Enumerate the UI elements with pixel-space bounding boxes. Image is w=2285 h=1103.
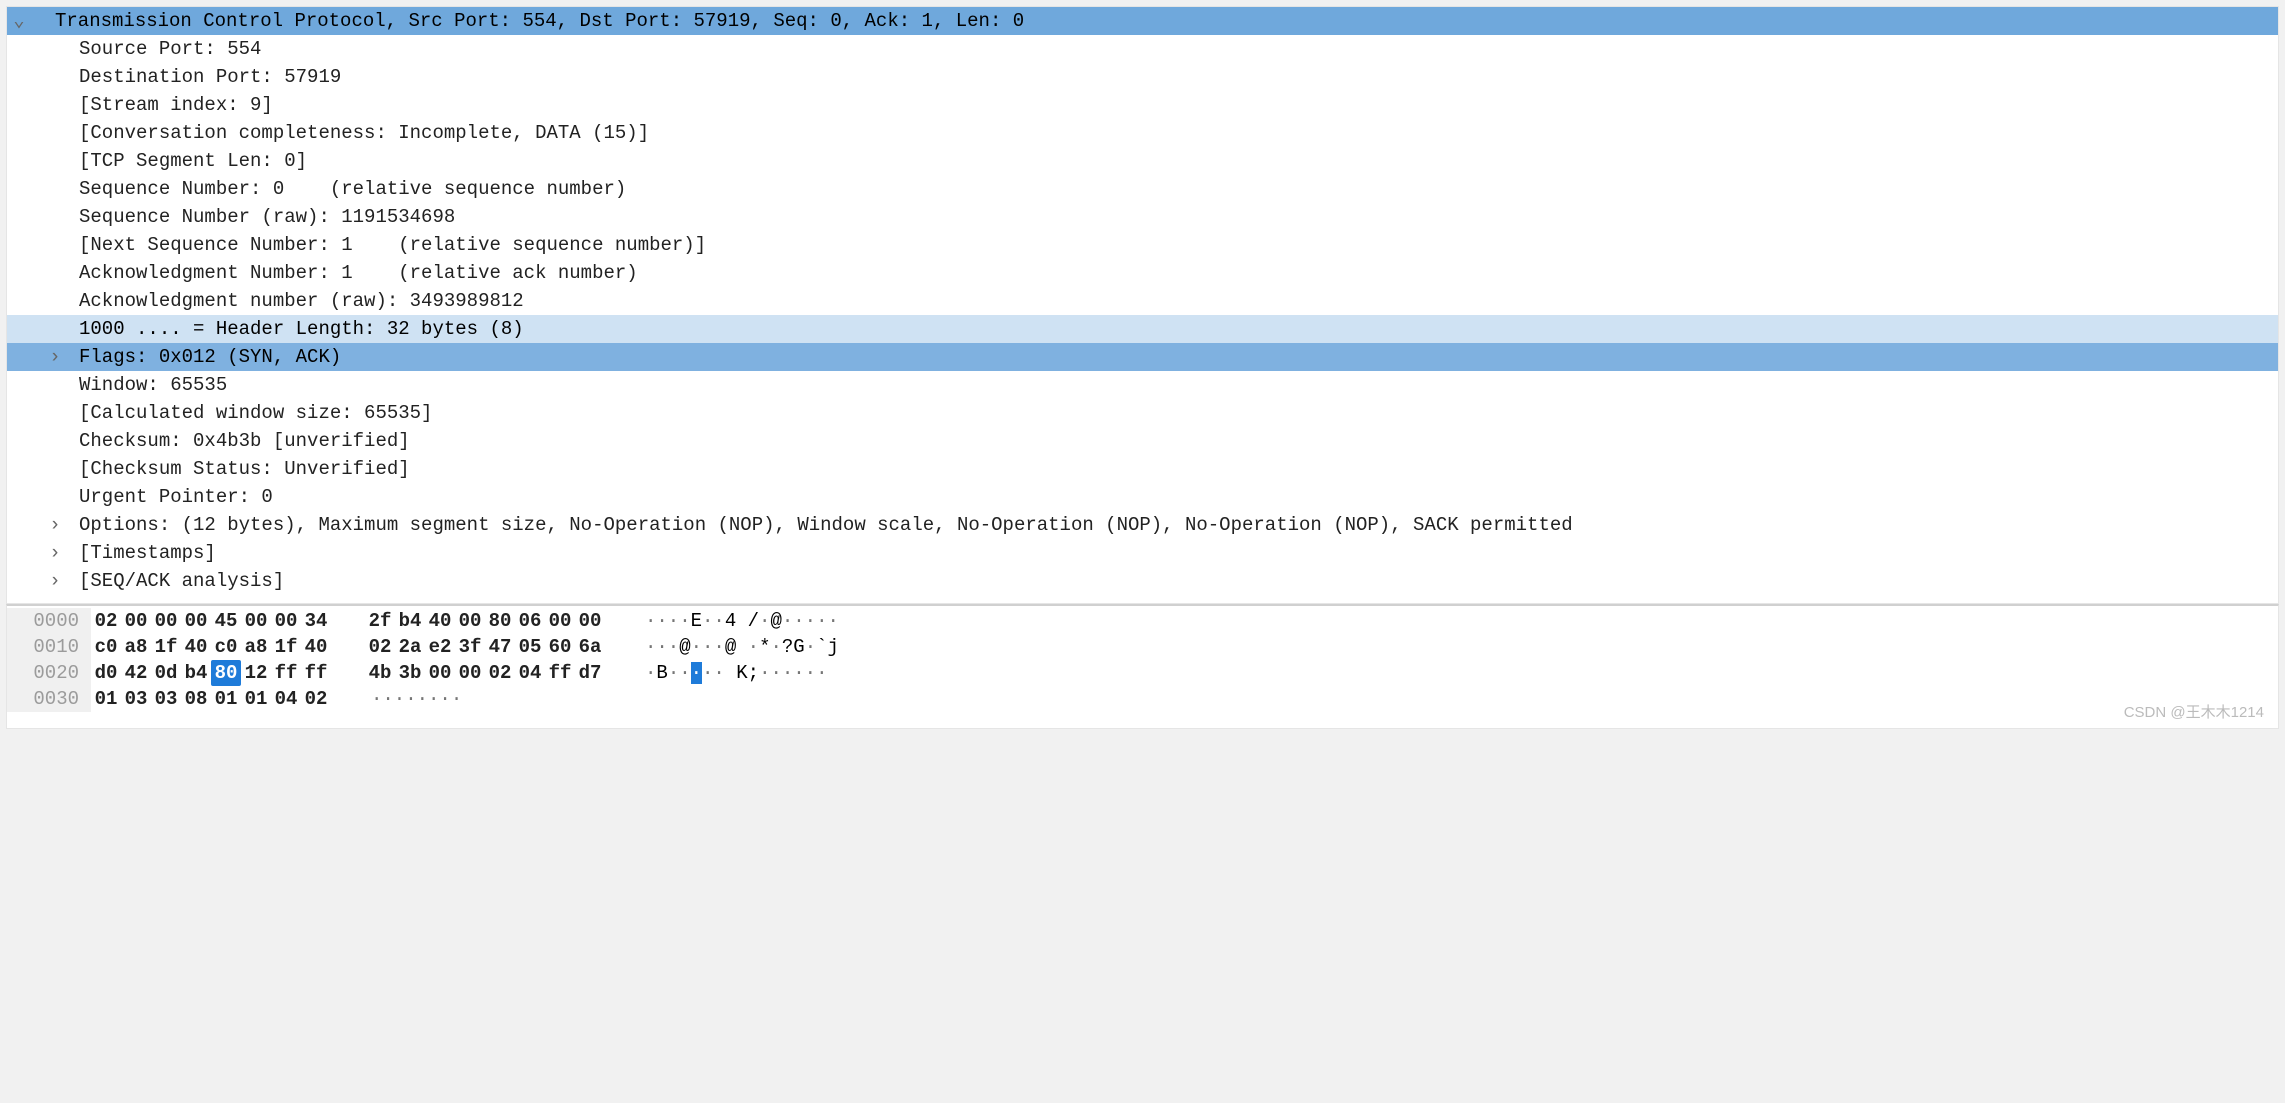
hex-byte[interactable]: 00 (241, 608, 271, 634)
hex-byte[interactable]: 00 (575, 608, 605, 634)
field-chk-status[interactable]: [Checksum Status: Unverified] (7, 455, 2278, 483)
hex-byte[interactable]: 05 (515, 634, 545, 660)
hex-byte[interactable]: ff (271, 660, 301, 686)
hex-byte[interactable]: 40 (425, 608, 455, 634)
hex-byte[interactable]: 40 (301, 634, 331, 660)
hex-byte[interactable]: 40 (181, 634, 211, 660)
hex-byte[interactable]: 0d (151, 660, 181, 686)
hex-byte[interactable]: 01 (241, 686, 271, 712)
field-options[interactable]: › Options: (12 bytes), Maximum segment s… (7, 511, 2278, 539)
hex-byte[interactable]: 01 (91, 686, 121, 712)
chevron-right-icon[interactable]: › (7, 567, 79, 595)
field-seq-raw[interactable]: Sequence Number (raw): 1191534698 (7, 203, 2278, 231)
chevron-right-icon[interactable]: › (7, 539, 79, 567)
hex-byte[interactable]: 00 (181, 608, 211, 634)
chevron-right-icon[interactable]: › (7, 343, 79, 371)
hex-byte[interactable]: 12 (241, 660, 271, 686)
hex-byte[interactable]: a8 (241, 634, 271, 660)
field-timestamps[interactable]: › [Timestamps] (7, 539, 2278, 567)
hex-ascii: ········ (331, 686, 462, 712)
field-ack-num[interactable]: Acknowledgment Number: 1 (relative ack n… (7, 259, 2278, 287)
hex-byte[interactable]: 03 (151, 686, 181, 712)
field-calc-win[interactable]: [Calculated window size: 65535] (7, 399, 2278, 427)
hex-row[interactable]: 0010c0a81f40c0a81f40022ae23f4705606a···@… (7, 634, 2278, 660)
hex-byte[interactable]: d0 (91, 660, 121, 686)
hex-byte[interactable]: ff (301, 660, 331, 686)
hex-byte[interactable]: e2 (425, 634, 455, 660)
field-checksum[interactable]: Checksum: 0x4b3b [unverified] (7, 427, 2278, 455)
hex-byte[interactable]: 2a (395, 634, 425, 660)
tcp-header-text: Transmission Control Protocol, Src Port:… (31, 7, 2272, 35)
hex-offset: 0030 (7, 686, 91, 712)
hex-byte[interactable]: 6a (575, 634, 605, 660)
field-seq-num[interactable]: Sequence Number: 0 (relative sequence nu… (7, 175, 2278, 203)
tcp-header-row[interactable]: ⌄ Transmission Control Protocol, Src Por… (7, 7, 2278, 35)
hex-byte[interactable]: 4b (365, 660, 395, 686)
packet-bytes-pane[interactable]: 000002000000450000342fb4400080060000····… (6, 604, 2279, 729)
hex-byte[interactable]: 00 (425, 660, 455, 686)
field-seg-len[interactable]: [TCP Segment Len: 0] (7, 147, 2278, 175)
field-flags[interactable]: › Flags: 0x012 (SYN, ACK) (7, 343, 2278, 371)
hex-byte[interactable]: 3f (455, 634, 485, 660)
hex-byte[interactable]: 08 (181, 686, 211, 712)
hex-byte[interactable]: 00 (455, 660, 485, 686)
field-stream-index[interactable]: [Stream index: 9] (7, 91, 2278, 119)
hex-byte[interactable]: 60 (545, 634, 575, 660)
hex-byte[interactable]: 80 (485, 608, 515, 634)
hex-row[interactable]: 0020d0420db48012ffff4b3b00000204ffd7·B··… (7, 660, 2278, 686)
hex-offset: 0010 (7, 634, 91, 660)
field-src-port[interactable]: Source Port: 554 (7, 35, 2278, 63)
field-dst-port[interactable]: Destination Port: 57919 (7, 63, 2278, 91)
hex-byte[interactable]: 04 (515, 660, 545, 686)
hex-row[interactable]: 000002000000450000342fb4400080060000····… (7, 608, 2278, 634)
hex-byte[interactable]: 00 (455, 608, 485, 634)
hex-byte[interactable]: c0 (211, 634, 241, 660)
hex-byte[interactable]: 06 (515, 608, 545, 634)
hex-byte[interactable]: a8 (121, 634, 151, 660)
hex-byte[interactable]: 03 (121, 686, 151, 712)
field-urgent[interactable]: Urgent Pointer: 0 (7, 483, 2278, 511)
hex-byte[interactable]: 00 (121, 608, 151, 634)
hex-row[interactable]: 00300103030801010402········ (7, 686, 2278, 712)
hex-byte[interactable]: 02 (365, 634, 395, 660)
field-next-seq[interactable]: [Next Sequence Number: 1 (relative seque… (7, 231, 2278, 259)
hex-ascii: ·B····· K;······ (605, 660, 827, 686)
hex-byte[interactable]: 02 (485, 660, 515, 686)
hex-byte[interactable]: 02 (91, 608, 121, 634)
hex-byte[interactable]: b4 (181, 660, 211, 686)
hex-byte[interactable]: d7 (575, 660, 605, 686)
hex-offset: 0020 (7, 660, 91, 686)
hex-byte[interactable]: 1f (151, 634, 181, 660)
hex-byte[interactable]: 00 (151, 608, 181, 634)
hex-byte[interactable]: 01 (211, 686, 241, 712)
chevron-down-icon[interactable]: ⌄ (7, 7, 31, 35)
hex-byte[interactable]: 00 (545, 608, 575, 634)
hex-byte[interactable]: 80 (211, 660, 241, 686)
hex-ascii: ····E··4 /·@····· (605, 608, 839, 634)
hex-byte[interactable]: b4 (395, 608, 425, 634)
hex-byte[interactable]: ff (545, 660, 575, 686)
hex-offset: 0000 (7, 608, 91, 634)
hex-byte[interactable]: c0 (91, 634, 121, 660)
packet-details-pane[interactable]: ⌄ Transmission Control Protocol, Src Por… (6, 6, 2279, 604)
field-ack-raw[interactable]: Acknowledgment number (raw): 3493989812 (7, 287, 2278, 315)
hex-byte[interactable]: 04 (271, 686, 301, 712)
chevron-right-icon[interactable]: › (7, 511, 79, 539)
watermark-text: CSDN @王木木1214 (2124, 701, 2264, 722)
field-window[interactable]: Window: 65535 (7, 371, 2278, 399)
field-header-length[interactable]: 1000 .... = Header Length: 32 bytes (8) (7, 315, 2278, 343)
field-conv-completeness[interactable]: [Conversation completeness: Incomplete, … (7, 119, 2278, 147)
hex-byte[interactable]: 3b (395, 660, 425, 686)
hex-byte[interactable]: 45 (211, 608, 241, 634)
field-seqack[interactable]: › [SEQ/ACK analysis] (7, 567, 2278, 595)
hex-byte[interactable]: 1f (271, 634, 301, 660)
hex-byte[interactable]: 34 (301, 608, 331, 634)
hex-byte[interactable]: 00 (271, 608, 301, 634)
hex-byte[interactable]: 2f (365, 608, 395, 634)
hex-byte[interactable]: 47 (485, 634, 515, 660)
hex-byte[interactable]: 42 (121, 660, 151, 686)
hex-ascii: ···@···@ ·*·?G·`j (605, 634, 839, 660)
hex-byte[interactable]: 02 (301, 686, 331, 712)
